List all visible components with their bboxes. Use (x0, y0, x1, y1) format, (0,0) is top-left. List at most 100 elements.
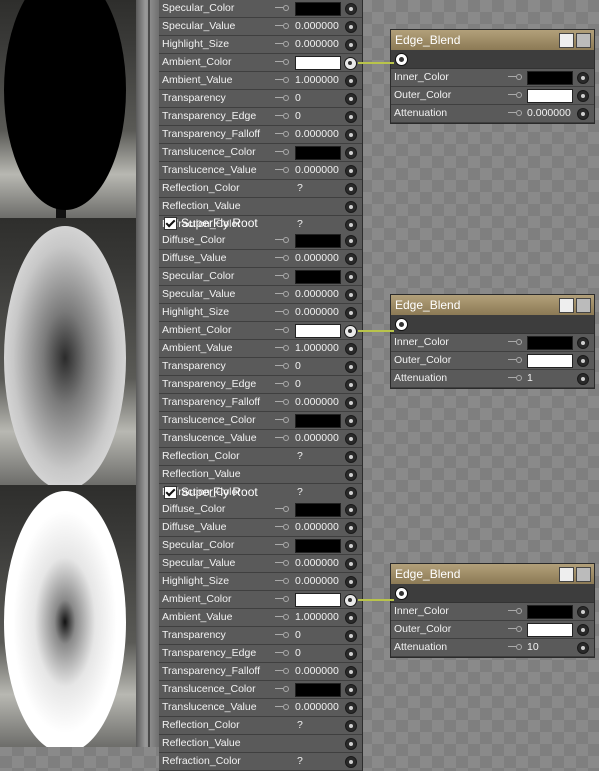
param-row[interactable]: Specular_Value 0.000000 (159, 286, 362, 304)
input-port-icon[interactable] (345, 3, 357, 15)
param-row[interactable]: Transparency_Edge 0 (159, 645, 362, 663)
key-icon[interactable] (275, 77, 289, 83)
input-port-icon[interactable] (345, 289, 357, 301)
key-icon[interactable] (275, 327, 289, 333)
key-icon[interactable] (275, 417, 289, 423)
input-port-icon[interactable] (577, 72, 589, 84)
key-icon[interactable] (275, 704, 289, 710)
input-port-icon[interactable] (345, 558, 357, 570)
node-preview-icon[interactable] (576, 33, 591, 48)
param-value[interactable]: 1.000000 (295, 340, 339, 357)
input-port-icon[interactable] (345, 253, 357, 265)
param-row[interactable]: Translucence_Color (159, 681, 362, 699)
input-port-icon[interactable] (345, 630, 357, 642)
param-row[interactable]: Transparency_Falloff 0.000000 (159, 126, 362, 144)
param-row[interactable]: Diffuse_Value 0.000000 (159, 250, 362, 268)
input-port-icon[interactable] (345, 111, 357, 123)
input-port-icon[interactable] (577, 606, 589, 618)
param-row[interactable]: Ambient_Color (159, 54, 362, 72)
key-icon[interactable] (508, 608, 522, 614)
root-node-header[interactable]: SuperFly Root (159, 215, 362, 232)
input-port-icon[interactable] (345, 648, 357, 660)
key-icon[interactable] (275, 345, 289, 351)
param-value[interactable]: 0 (295, 627, 301, 644)
input-port-icon[interactable] (345, 307, 357, 319)
input-port-icon[interactable] (345, 576, 357, 588)
param-row[interactable]: Ambient_Value 1.000000 (159, 609, 362, 627)
input-port-icon[interactable] (345, 451, 357, 463)
input-port-icon[interactable] (345, 201, 357, 213)
param-value[interactable]: 0.000000 (295, 699, 339, 716)
param-row[interactable]: Transparency 0 (159, 90, 362, 108)
input-port-icon[interactable] (345, 433, 357, 445)
input-port-icon[interactable] (577, 642, 589, 654)
key-icon[interactable] (275, 524, 289, 530)
input-port-icon[interactable] (345, 397, 357, 409)
param-value[interactable]: 0.000000 (295, 18, 339, 35)
input-port-icon[interactable] (345, 684, 357, 696)
param-row[interactable]: Transparency 0 (159, 358, 362, 376)
param-value[interactable]: 0.000000 (295, 663, 339, 680)
param-row[interactable]: Diffuse_Color (159, 232, 362, 250)
input-port-icon[interactable] (345, 165, 357, 177)
param-value[interactable]: 0 (295, 645, 301, 662)
key-icon[interactable] (275, 399, 289, 405)
color-swatch[interactable] (295, 234, 341, 248)
input-port-icon[interactable] (345, 183, 357, 195)
input-port-icon[interactable] (345, 235, 357, 247)
key-icon[interactable] (275, 41, 289, 47)
param-row[interactable]: Reflection_Value (159, 198, 362, 216)
param-value[interactable]: 0.000000 (295, 250, 339, 267)
key-icon[interactable] (275, 167, 289, 173)
output-row[interactable] (391, 50, 594, 69)
input-port-icon[interactable] (345, 702, 357, 714)
key-icon[interactable] (275, 113, 289, 119)
node-menu-icon[interactable] (559, 298, 574, 313)
param-row[interactable]: Reflection_Color? (159, 448, 362, 466)
param-row[interactable]: Transparency_Falloff 0.000000 (159, 663, 362, 681)
node-menu-icon[interactable] (559, 33, 574, 48)
input-port-icon[interactable] (577, 337, 589, 349)
param-row[interactable]: Outer_Color (391, 352, 594, 370)
superfly-root-node[interactable]: Diffuse_Color Diffuse_Value 0.000000 Specul… (159, 232, 363, 502)
input-port-icon[interactable] (577, 373, 589, 385)
param-row[interactable]: Specular_Value 0.000000 (159, 555, 362, 573)
output-row[interactable] (391, 584, 594, 603)
input-port-icon[interactable] (345, 361, 357, 373)
color-swatch[interactable] (527, 336, 573, 350)
input-port-icon[interactable] (577, 108, 589, 120)
param-row[interactable]: Ambient_Value 1.000000 (159, 340, 362, 358)
param-value[interactable]: 0.000000 (295, 126, 339, 143)
param-row[interactable]: Inner_Color (391, 69, 594, 87)
input-port-icon[interactable] (577, 624, 589, 636)
input-port-icon[interactable] (577, 90, 589, 102)
param-value[interactable]: 10 (527, 639, 539, 656)
param-value[interactable]: 1 (527, 370, 533, 387)
input-port-icon[interactable] (345, 756, 357, 768)
param-row[interactable]: Specular_Color (159, 0, 362, 18)
param-row[interactable]: Ambient_Value 1.000000 (159, 72, 362, 90)
param-row[interactable]: Reflection_Value (159, 735, 362, 753)
param-value[interactable]: 0.000000 (527, 105, 571, 122)
input-port-icon[interactable] (345, 129, 357, 141)
node-preview-icon[interactable] (576, 298, 591, 313)
input-port-icon[interactable] (345, 612, 357, 624)
param-row[interactable]: Transparency_Edge 0 (159, 108, 362, 126)
output-port-icon[interactable] (395, 318, 408, 331)
color-swatch[interactable] (295, 56, 341, 70)
output-port-icon[interactable] (395, 587, 408, 600)
param-row[interactable]: Refraction_Color? (159, 753, 362, 771)
param-row[interactable]: Inner_Color (391, 334, 594, 352)
input-port-icon[interactable] (345, 21, 357, 33)
param-row[interactable]: Highlight_Size 0.000000 (159, 573, 362, 591)
param-row[interactable]: Reflection_Color? (159, 717, 362, 735)
edge-blend-node[interactable]: Edge_Blend Inner_Color Outer_Color Attenuat… (390, 294, 595, 389)
superfly-root-node[interactable]: Diffuse_Color Diffuse_Value 0.000000 Specul… (159, 501, 363, 771)
input-port-icon[interactable] (345, 39, 357, 51)
input-port-icon[interactable] (345, 147, 357, 159)
root-node-header[interactable]: SuperFly Root (159, 484, 362, 501)
input-port-icon[interactable] (577, 355, 589, 367)
edge-blend-node[interactable]: Edge_Blend Inner_Color Outer_Color Attenuat… (390, 563, 595, 658)
param-value[interactable]: 0 (295, 376, 301, 393)
param-value[interactable]: 0.000000 (295, 519, 339, 536)
